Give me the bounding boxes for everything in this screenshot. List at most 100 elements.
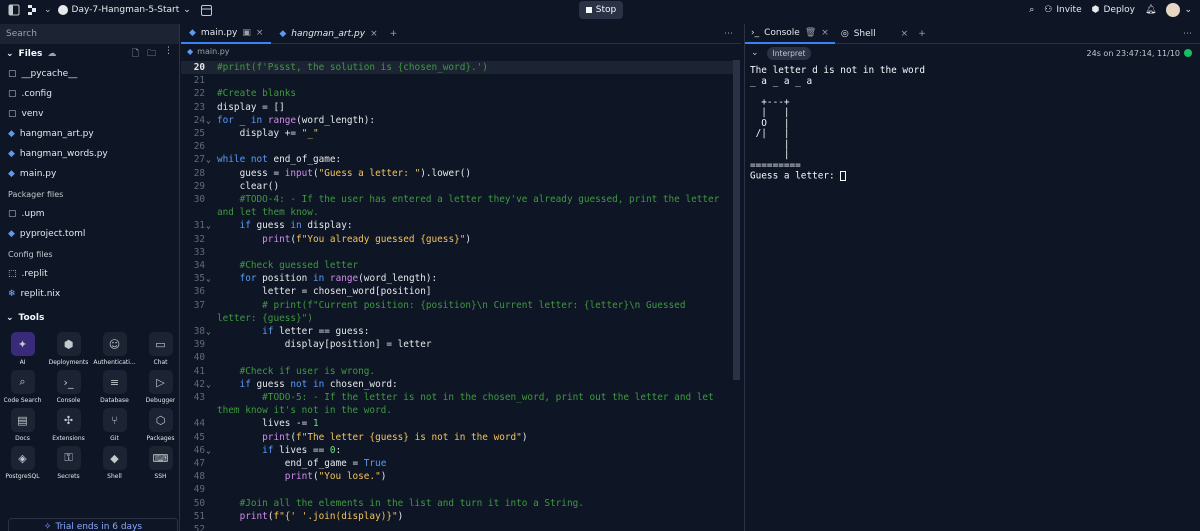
fold-chevron-icon[interactable]: ⌄ xyxy=(206,444,216,457)
python-icon xyxy=(57,5,68,15)
new-folder-icon[interactable]: 🗀︎ xyxy=(147,46,156,62)
close-icon[interactable]: × xyxy=(370,29,378,39)
close-icon[interactable]: × xyxy=(901,29,909,39)
code-line[interactable]: print(f"The letter {guess} is not in the… xyxy=(217,431,722,444)
code-line[interactable]: display[position] = letter xyxy=(217,338,722,351)
file-item[interactable]: ◆ hangman_art.py xyxy=(0,124,179,144)
code-line[interactable]: if lives == 0: xyxy=(217,444,722,457)
code-line[interactable]: print(f"You already guessed {guess}") xyxy=(217,233,722,246)
tool-secrets[interactable]: ⚿ Secrets xyxy=(46,446,91,480)
tool-docs[interactable]: ▤ Docs xyxy=(0,408,45,442)
trial-banner[interactable]: ✧ Trial ends in 6 days xyxy=(8,518,178,531)
files-section-header[interactable]: ⌄ Files ☁ 🗋︎ 🗀︎ ⋮ xyxy=(0,44,179,64)
tab-shell[interactable]: ◎ Shell × xyxy=(835,24,914,44)
search-input[interactable]: Search xyxy=(0,24,179,44)
file-item[interactable]: ◆ pyproject.toml xyxy=(0,224,179,244)
code-line[interactable]: clear() xyxy=(217,180,722,193)
tools-section-header[interactable]: ⌄ Tools xyxy=(0,308,179,328)
more-options-icon[interactable]: ⋯ xyxy=(724,29,741,39)
tool-deployments[interactable]: ⬢ Deployments xyxy=(46,332,91,366)
tool-git[interactable]: ⑂ Git xyxy=(92,408,137,442)
sidebar-toggle-icon[interactable] xyxy=(8,4,20,16)
file-item[interactable]: ▢ .config xyxy=(0,84,179,104)
file-item[interactable]: ▢ venv xyxy=(0,104,179,124)
code-line[interactable]: guess = input("Guess a letter: ").lower(… xyxy=(217,167,722,180)
add-tab-icon[interactable]: + xyxy=(386,29,402,39)
interpret-badge[interactable]: Interpret xyxy=(766,46,812,60)
chevron-down-icon[interactable]: ⌄ xyxy=(44,5,52,15)
account-menu[interactable]: ⌄ xyxy=(1166,3,1192,17)
file-item[interactable]: ▢ __pycache__ xyxy=(0,64,179,84)
file-item[interactable]: ❄ replit.nix xyxy=(0,284,179,304)
code-line[interactable]: # print(f"Current position: {position}\n… xyxy=(217,299,722,325)
code-line[interactable]: #Check if user is wrong. xyxy=(217,365,722,378)
add-tab-icon[interactable]: + xyxy=(914,29,930,39)
code-line[interactable]: while not end_of_game: xyxy=(217,153,722,166)
fold-chevron-icon[interactable]: ⌄ xyxy=(206,219,216,232)
file-item[interactable]: ◆ hangman_words.py xyxy=(0,144,179,164)
tool-shell[interactable]: ◆ Shell xyxy=(92,446,137,480)
code-line[interactable]: for position in range(word_length): xyxy=(217,272,722,285)
deploy-button[interactable]: ⬢ Deploy xyxy=(1092,5,1135,15)
code-line[interactable]: #Join all the elements in the list and t… xyxy=(217,497,722,510)
chevron-down-icon[interactable]: ⌄ xyxy=(751,48,759,58)
code-line[interactable]: for _ in range(word_length): xyxy=(217,114,722,127)
file-item[interactable]: ◆ main.py xyxy=(0,164,179,184)
invite-button[interactable]: ⚇ Invite xyxy=(1044,5,1081,15)
fold-chevron-icon[interactable]: ⌄ xyxy=(206,378,216,391)
fold-chevron-icon[interactable]: ⌄ xyxy=(206,272,216,285)
console-output[interactable]: The letter d is not in the word _ a _ a … xyxy=(745,62,1200,182)
file-item[interactable]: ▢ .upm xyxy=(0,204,179,224)
code-line[interactable]: letter = chosen_word[position] xyxy=(217,285,722,298)
code-line[interactable]: end_of_game = True xyxy=(217,457,722,470)
tab-console[interactable]: ›_ Console 🗑︎ × xyxy=(745,24,835,44)
code-line[interactable]: #TODO-5: - If the letter is not in the c… xyxy=(217,391,722,417)
breadcrumb-file[interactable]: main.py xyxy=(197,47,229,56)
file-item[interactable]: ⬚ .replit xyxy=(0,264,179,284)
tool-authenticati[interactable]: ☺ Authenticati... xyxy=(92,332,137,366)
more-options-icon[interactable]: ⋮ xyxy=(164,46,173,62)
tool-debugger[interactable]: ▷ Debugger xyxy=(138,370,183,404)
repl-title[interactable]: Day-7-Hangman-5-Start ⌄ xyxy=(57,5,191,15)
stop-button[interactable]: Stop xyxy=(579,1,623,19)
dashboard-icon[interactable] xyxy=(200,4,212,16)
code-line[interactable]: #Create blanks xyxy=(217,87,722,100)
code-line[interactable]: print(f"{' '.join(display)}") xyxy=(217,510,722,523)
code-line[interactable]: if letter == guess: xyxy=(217,325,722,338)
tool-chat[interactable]: ▭ Chat xyxy=(138,332,183,366)
tab-hangman-art-py[interactable]: ◆ hangman_art.py × xyxy=(271,24,385,44)
tool-code-search[interactable]: ⌕ Code Search xyxy=(0,370,45,404)
more-options-icon[interactable]: ⋯ xyxy=(1183,29,1200,39)
editor-scrollbar[interactable] xyxy=(733,60,740,380)
close-icon[interactable]: × xyxy=(256,28,264,38)
fold-chevron-icon[interactable]: ⌄ xyxy=(206,114,216,127)
tool-database[interactable]: ≡ Database xyxy=(92,370,137,404)
code-line[interactable]: if guess in display: xyxy=(217,219,722,232)
tool-console[interactable]: ›_ Console xyxy=(46,370,91,404)
split-icon[interactable]: ▣ xyxy=(242,28,251,38)
code-line[interactable]: lives -= 1 xyxy=(217,417,722,430)
trash-icon[interactable]: 🗑︎ xyxy=(805,28,816,38)
tool-ai[interactable]: ✦ AI xyxy=(0,332,45,366)
code-line[interactable]: display += "_" xyxy=(217,127,722,140)
code-line[interactable]: #TODO-4: - If the user has entered a let… xyxy=(217,193,722,219)
search-icon[interactable]: ⌕ xyxy=(1029,5,1034,15)
tool-extensions[interactable]: ✣ Extensions xyxy=(46,408,91,442)
code-line[interactable]: #print(f'Pssst, the solution is {chosen_… xyxy=(217,61,722,74)
bell-icon[interactable]: 🔔︎ xyxy=(1145,5,1156,15)
new-file-icon[interactable]: 🗋︎ xyxy=(132,46,139,62)
tool-packages[interactable]: ⬡ Packages xyxy=(138,408,183,442)
fold-chevron-icon[interactable]: ⌄ xyxy=(206,325,216,338)
close-icon[interactable]: × xyxy=(821,28,829,38)
code-line[interactable]: display = [] xyxy=(217,101,722,114)
code-line[interactable]: if guess not in chosen_word: xyxy=(217,378,722,391)
tool-ssh[interactable]: ⌨ SSH xyxy=(138,446,183,480)
replit-logo-icon[interactable] xyxy=(26,4,38,16)
fold-chevron-icon[interactable]: ⌄ xyxy=(206,153,216,166)
tool-postgresql[interactable]: ◈ PostgreSQL xyxy=(0,446,45,480)
code-area[interactable]: 20 #print(f'Pssst, the solution is {chose… xyxy=(181,61,733,531)
sparkle-icon: ✧ xyxy=(43,522,52,531)
code-line[interactable]: print("You lose.") xyxy=(217,470,722,483)
tab-main-py[interactable]: ◆ main.py ▣ × xyxy=(181,24,272,44)
code-line[interactable]: #Check guessed letter xyxy=(217,259,722,272)
